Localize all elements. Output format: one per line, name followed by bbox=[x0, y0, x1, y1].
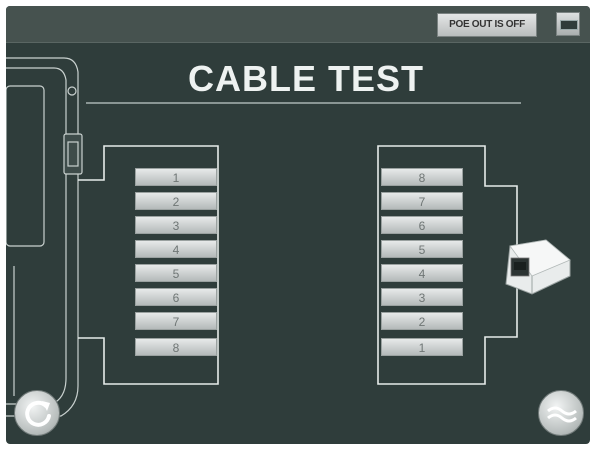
wave-button[interactable] bbox=[538, 390, 584, 436]
tester-device-icon bbox=[6, 57, 83, 417]
right-pin-5: 5 bbox=[381, 240, 463, 258]
left-pin-1: 1 bbox=[135, 168, 217, 186]
left-pin-4: 4 bbox=[135, 240, 217, 258]
right-pin-8: 8 bbox=[381, 168, 463, 186]
right-pin-1: 1 bbox=[381, 338, 463, 356]
right-pin-3: 3 bbox=[381, 288, 463, 306]
left-pin-6: 6 bbox=[135, 288, 217, 306]
left-pin-3: 3 bbox=[135, 216, 217, 234]
wave-icon bbox=[547, 406, 577, 423]
left-pin-7: 7 bbox=[135, 312, 217, 330]
right-pin-4: 4 bbox=[381, 264, 463, 282]
refresh-icon bbox=[25, 400, 51, 427]
cable-diagram bbox=[6, 57, 518, 417]
refresh-button[interactable] bbox=[14, 390, 60, 436]
tester-screen: POE OUT IS OFF CABLE TEST 1 2 3 4 5 6 7 … bbox=[6, 6, 590, 444]
right-pin-6: 6 bbox=[381, 216, 463, 234]
right-pin-2: 2 bbox=[381, 312, 463, 330]
right-pin-7: 7 bbox=[381, 192, 463, 210]
rj45-jack-icon bbox=[505, 239, 571, 295]
left-pin-2: 2 bbox=[135, 192, 217, 210]
left-pin-8: 8 bbox=[135, 338, 217, 356]
left-pin-5: 5 bbox=[135, 264, 217, 282]
